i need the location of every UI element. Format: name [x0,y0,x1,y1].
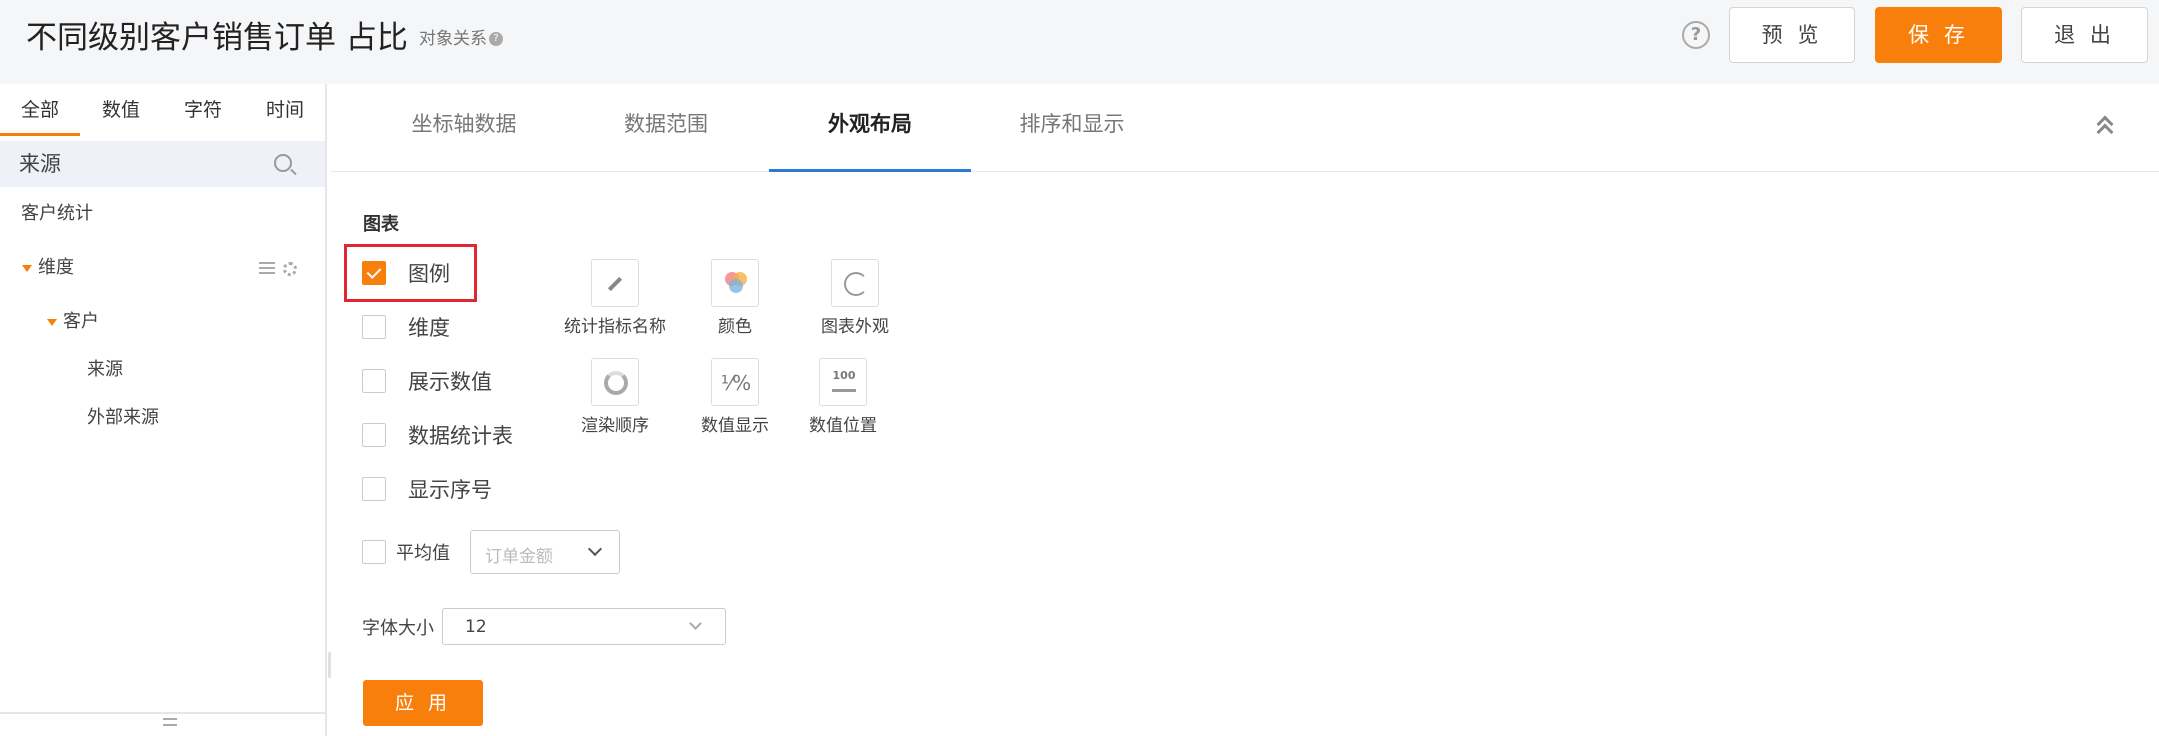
font-size-select[interactable]: 12 [442,608,726,645]
fraction-glyph: ⅟% [720,371,752,395]
search-input[interactable]: 来源 [19,151,61,177]
tool-value-display[interactable]: ⅟% 数值显示 [675,358,795,437]
average-row: 平均值 订单金额 [362,530,620,574]
header-bar: 不同级别客户销售订单 占比 对象关系 ? ? 预 览 保 存 退 出 [0,0,2159,84]
tab-string[interactable]: 字符 [162,94,244,136]
tab-all[interactable]: 全部 [0,94,80,136]
average-field-placeholder: 订单金额 [485,547,553,567]
option-show-values[interactable]: 展示数值 [362,368,492,394]
object-relation-label: 对象关系 [419,29,487,49]
option-data-table[interactable]: 数据统计表 [362,422,513,448]
chevron-down-icon [587,541,603,557]
data-table-checkbox[interactable] [362,423,386,447]
show-values-checkbox[interactable] [362,369,386,393]
tool-label: 统计指标名称 [564,317,666,337]
divider [0,712,325,714]
tree-field-external-source[interactable]: 外部来源 [87,406,159,430]
tool-value-position[interactable]: 100 数值位置 [783,358,903,437]
preview-button[interactable]: 预 览 [1729,7,1855,63]
tab-data-range[interactable]: 数据范围 [581,84,751,172]
field-type-tabs: 全部 数值 字符 时间 [0,94,327,136]
pie-chart-icon [831,259,879,307]
tool-metric-name[interactable]: 统计指标名称 [555,259,675,338]
tool-render-order[interactable]: 渲染顺序 [555,358,675,437]
tab-axis-data[interactable]: 坐标轴数据 [379,84,549,172]
tool-label: 数值显示 [701,416,769,436]
dimension-tools [259,262,297,276]
tree-node-dimension[interactable]: 维度 [22,256,74,280]
info-icon: ? [489,32,503,46]
ring-icon [591,358,639,406]
field-search[interactable]: 来源 [0,141,325,187]
show-index-checkbox[interactable] [362,477,386,501]
tree-node-customer[interactable]: 客户 [47,310,99,334]
number-glyph: 100 [832,369,856,382]
tree-field-source[interactable]: 来源 [87,358,123,382]
sort-icon[interactable] [259,262,275,274]
tool-label: 颜色 [718,317,752,337]
save-button[interactable]: 保 存 [1875,7,2002,63]
apply-button[interactable]: 应 用 [363,680,483,726]
option-dimension[interactable]: 维度 [362,314,450,340]
average-field-select[interactable]: 订单金额 [470,530,620,574]
help-icon[interactable]: ? [1682,21,1710,49]
tab-sort-display[interactable]: 排序和显示 [987,84,1157,172]
average-label: 平均值 [396,543,450,564]
tree-node-label: 客户 [63,311,99,332]
object-relation-link[interactable]: 对象关系 ? [419,28,503,50]
tab-numeric[interactable]: 数值 [80,94,162,136]
page-title: 不同级别客户销售订单 占比 [26,20,408,56]
font-size-value: 12 [465,617,487,637]
tool-label: 图表外观 [821,317,889,337]
tab-time[interactable]: 时间 [244,94,326,136]
drag-handle-icon[interactable] [163,718,177,726]
option-label: 图例 [408,262,450,286]
pencil-icon [591,259,639,307]
tab-appearance-layout[interactable]: 外观布局 [769,84,971,172]
option-label: 数据统计表 [408,424,513,448]
tool-label: 渲染顺序 [581,416,649,436]
settings-tabs: 坐标轴数据 数据范围 外观布局 排序和显示 [331,84,2159,172]
option-label: 展示数值 [408,370,492,394]
option-show-index[interactable]: 显示序号 [362,476,492,502]
tool-color[interactable]: 颜色 [675,259,795,338]
color-palette-icon [711,259,759,307]
font-size-row: 字体大小 12 [362,608,726,645]
caret-down-icon [47,318,57,326]
average-checkbox[interactable] [362,540,386,564]
tree-root-customer-stats[interactable]: 客户统计 [21,202,93,226]
search-icon[interactable] [274,154,292,172]
tool-chart-appearance[interactable]: 图表外观 [795,259,915,338]
section-title-chart: 图表 [363,214,399,235]
chevron-down-icon [689,617,702,630]
option-legend[interactable]: 图例 [362,260,450,286]
exit-button[interactable]: 退 出 [2021,7,2148,63]
option-label: 维度 [408,316,450,340]
legend-checkbox[interactable] [362,261,386,285]
gear-icon[interactable] [283,262,297,276]
tree-node-label: 维度 [38,257,74,278]
option-label: 显示序号 [408,478,492,502]
tool-label: 数值位置 [809,416,877,436]
font-size-label: 字体大小 [362,617,434,639]
number-position-icon: 100 [819,358,867,406]
caret-down-icon [22,264,32,272]
fraction-icon: ⅟% [711,358,759,406]
field-sidebar: 全部 数值 字符 时间 来源 客户统计 维度 客户 来源 外部来源 [0,84,327,736]
dimension-checkbox[interactable] [362,315,386,339]
collapse-up-icon[interactable] [2095,114,2117,141]
